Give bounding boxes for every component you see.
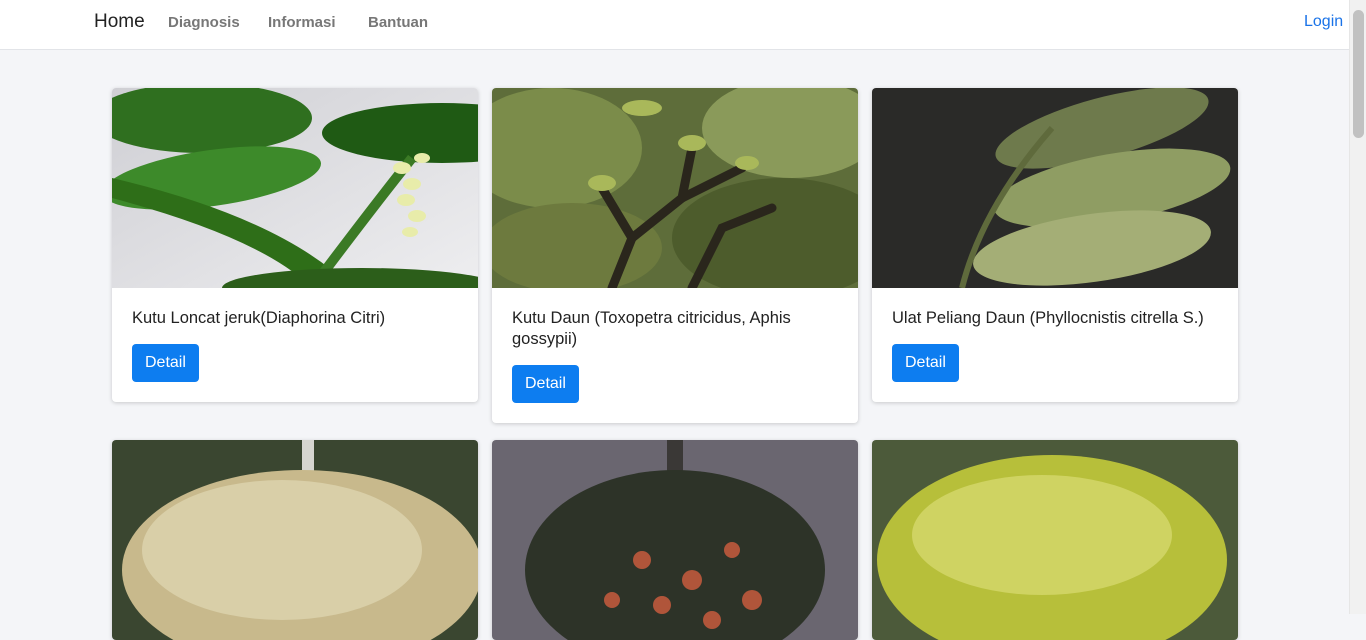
pest-image [872, 88, 1238, 288]
pest-image [492, 440, 858, 640]
pest-card [872, 440, 1238, 640]
nav-bantuan-link[interactable]: Bantuan [368, 14, 428, 31]
pest-card: Kutu Loncat jeruk(Diaphorina Citri) Deta… [112, 88, 478, 402]
pest-card [112, 440, 478, 640]
pest-card [492, 440, 858, 640]
nav-diagnosis-link[interactable]: Diagnosis [168, 14, 240, 31]
detail-button[interactable]: Detail [132, 344, 199, 382]
pest-image [112, 88, 478, 288]
navbar: Home Diagnosis Informasi Bantuan Login [0, 0, 1349, 50]
pest-image [872, 440, 1238, 640]
detail-button[interactable]: Detail [512, 365, 579, 403]
detail-button[interactable]: Detail [892, 344, 959, 382]
login-link[interactable]: Login [1304, 13, 1343, 31]
scrollbar[interactable] [1349, 0, 1366, 614]
scrollbar-thumb[interactable] [1353, 10, 1364, 138]
card-title: Kutu Loncat jeruk(Diaphorina Citri) [132, 309, 386, 327]
card-title: Kutu Daun (Toxopetra citricidus, Aphis g… [512, 309, 791, 348]
nav-informasi-link[interactable]: Informasi [268, 14, 336, 31]
card-title: Ulat Peliang Daun (Phyllocnistis citrell… [892, 309, 1204, 327]
nav-home-link[interactable]: Home [94, 11, 145, 33]
pest-card: Ulat Peliang Daun (Phyllocnistis citrell… [872, 88, 1238, 402]
pest-image [112, 440, 478, 640]
pest-image [492, 88, 858, 288]
pest-card: Kutu Daun (Toxopetra citricidus, Aphis g… [492, 88, 858, 423]
